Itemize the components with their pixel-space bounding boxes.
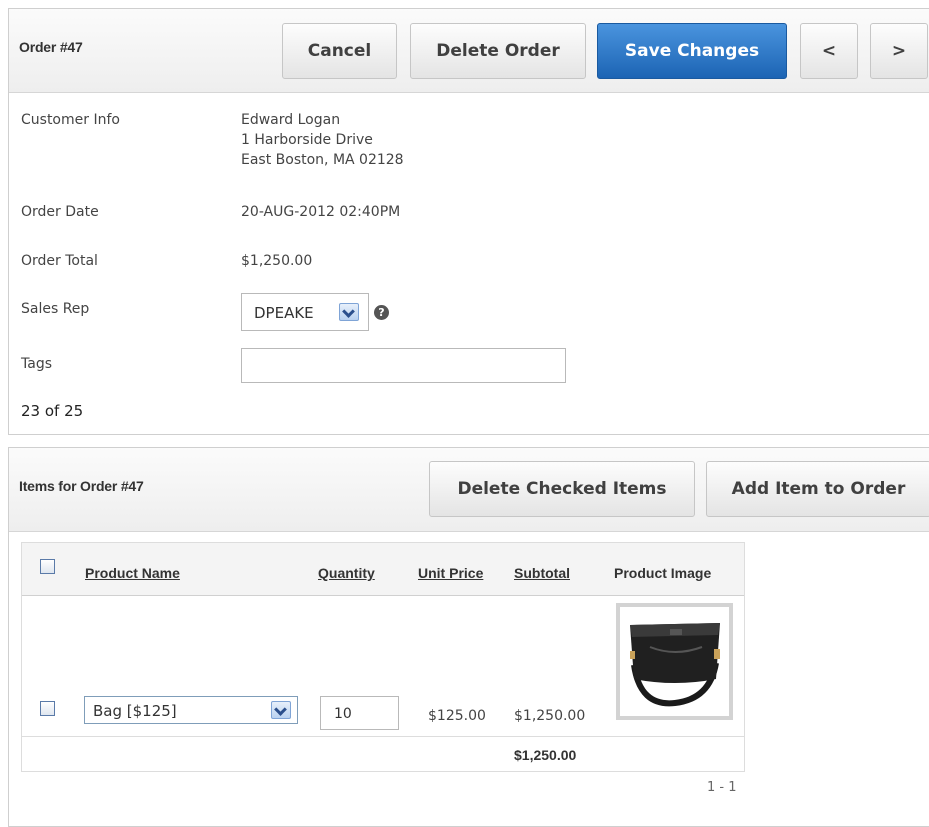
- unit-price-cell: $125.00: [428, 708, 486, 724]
- sales-rep-selected: DPEAKE: [254, 304, 314, 322]
- order-region-header: Order #47 Cancel Delete Order Save Chang…: [9, 9, 929, 93]
- order-total-value: $1,250.00: [241, 253, 313, 269]
- previous-order-button[interactable]: <: [800, 23, 858, 79]
- tags-label: Tags: [21, 356, 52, 372]
- delete-order-button[interactable]: Delete Order: [410, 23, 586, 79]
- order-date-value: 20-AUG-2012 02:40PM: [241, 204, 401, 220]
- customer-street: 1 Harborside Drive: [241, 132, 373, 148]
- delete-checked-items-button[interactable]: Delete Checked Items: [429, 461, 695, 517]
- customer-name: Edward Logan: [241, 112, 341, 128]
- column-subtotal[interactable]: Subtotal: [514, 565, 570, 581]
- quantity-input[interactable]: 10: [320, 696, 399, 730]
- customer-info-value: Edward Logan 1 Harborside Drive East Bos…: [241, 110, 404, 170]
- order-region: Order #47 Cancel Delete Order Save Chang…: [8, 8, 929, 435]
- subtotal-cell: $1,250.00: [514, 708, 586, 724]
- chevron-down-icon[interactable]: [271, 701, 291, 719]
- items-region-header: Items for Order #47 Delete Checked Items…: [9, 448, 929, 532]
- sales-rep-label: Sales Rep: [21, 301, 90, 317]
- column-product-name[interactable]: Product Name: [85, 565, 180, 581]
- chevron-down-icon[interactable]: [339, 303, 359, 321]
- column-product-image: Product Image: [614, 565, 712, 581]
- order-date-label: Order Date: [21, 204, 99, 220]
- items-region: Items for Order #47 Delete Checked Items…: [8, 447, 929, 827]
- product-select[interactable]: Bag [$125]: [84, 696, 298, 724]
- tags-input[interactable]: [241, 348, 566, 383]
- customer-info-label: Customer Info: [21, 112, 120, 128]
- next-order-button[interactable]: >: [870, 23, 928, 79]
- handbag-image: [630, 623, 720, 707]
- column-unit-price[interactable]: Unit Price: [418, 565, 483, 581]
- product-image: [616, 603, 733, 720]
- select-all-checkbox[interactable]: [40, 559, 55, 574]
- help-icon[interactable]: ?: [374, 305, 389, 320]
- customer-city: East Boston, MA 02128: [241, 152, 404, 168]
- cancel-button[interactable]: Cancel: [282, 23, 397, 79]
- quantity-value: 10: [334, 706, 352, 722]
- sales-rep-select[interactable]: DPEAKE: [241, 293, 369, 331]
- order-title: Order #47: [19, 39, 83, 55]
- column-quantity[interactable]: Quantity: [318, 565, 375, 581]
- order-pagination: 23 of 25: [21, 402, 84, 420]
- items-title: Items for Order #47: [19, 478, 144, 494]
- row-checkbox[interactable]: [40, 701, 55, 716]
- report-header-row: Product Name Quantity Unit Price Subtota…: [22, 543, 744, 596]
- sum-divider: [22, 736, 744, 737]
- items-report: Product Name Quantity Unit Price Subtota…: [21, 542, 745, 772]
- add-item-button[interactable]: Add Item to Order: [706, 461, 929, 517]
- product-selected: Bag [$125]: [93, 702, 177, 720]
- sum-total: $1,250.00: [514, 747, 577, 763]
- report-row-range: 1 - 1: [707, 780, 737, 795]
- save-changes-button[interactable]: Save Changes: [597, 23, 787, 79]
- order-total-label: Order Total: [21, 253, 98, 269]
